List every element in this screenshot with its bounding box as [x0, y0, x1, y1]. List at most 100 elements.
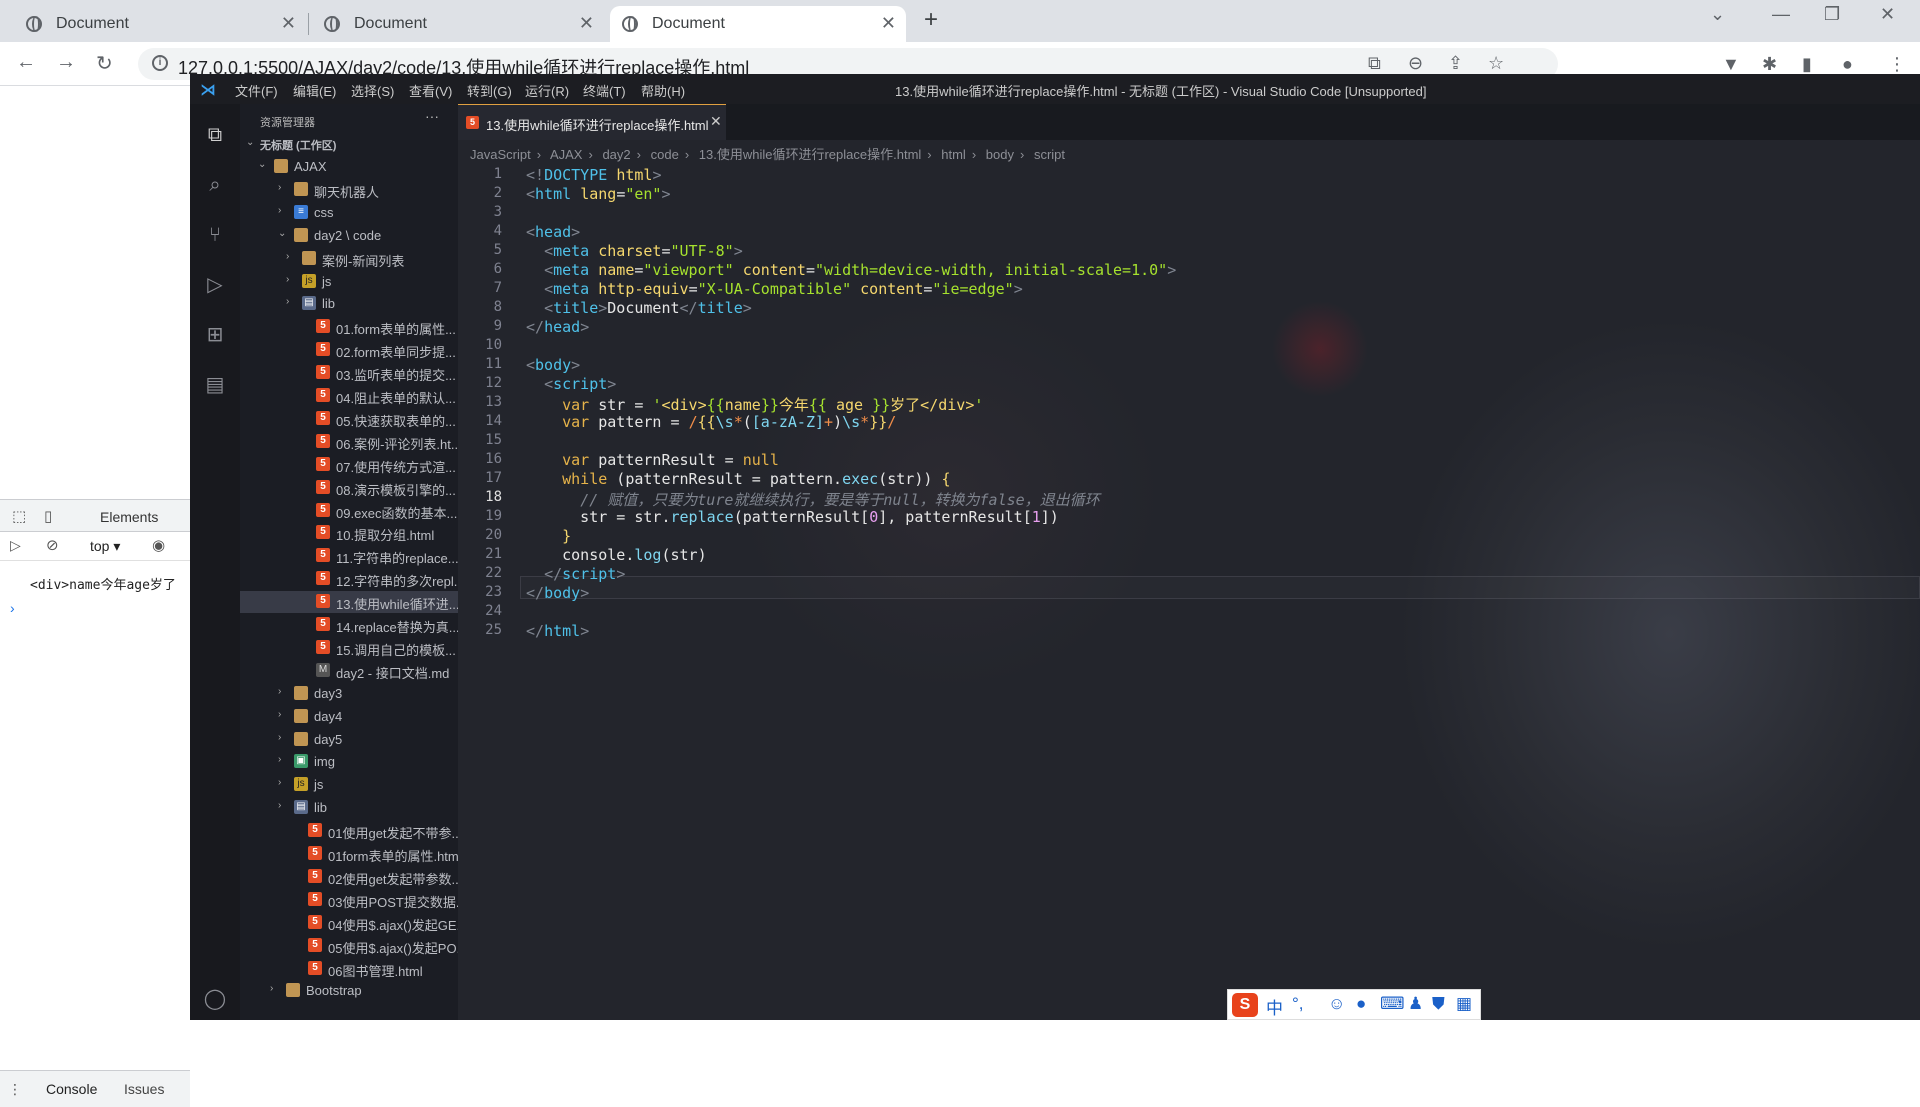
tab-console[interactable]: Console	[46, 1081, 97, 1097]
close-tab-icon[interactable]: ✕	[281, 13, 296, 34]
zoom-icon[interactable]: ⊖	[1408, 53, 1423, 74]
bookmark-star-icon[interactable]: ☆	[1488, 53, 1504, 74]
file-tree-item[interactable]: 5 02使用get发起带参数...	[240, 866, 458, 888]
breadcrumb-item[interactable]: 13.使用while循环进行replace操作.html	[699, 147, 922, 162]
more-actions-icon[interactable]: ···	[425, 108, 439, 124]
menu-terminal[interactable]: 终端(T)	[583, 81, 626, 100]
browser-tab-active[interactable]: Document ✕	[610, 6, 906, 42]
file-tree-item[interactable]: 5 02.form表单同步提...	[240, 339, 458, 361]
file-tree-item[interactable]: 5 06.案例-评论列表.ht...	[240, 431, 458, 453]
ime-user-icon[interactable]: ♟	[1408, 994, 1423, 1014]
context-select[interactable]: top ▾	[90, 538, 120, 555]
file-tree-item[interactable]: 5 13.使用while循环进...	[240, 591, 458, 614]
file-tree-item[interactable]: 5 14.replace替换为真...	[240, 614, 458, 636]
file-tree-item[interactable]: 5 04.阻止表单的默认...	[240, 385, 458, 407]
breadcrumb-item[interactable]: html	[941, 147, 966, 162]
menu-help[interactable]: 帮助(H)	[641, 81, 685, 100]
breadcrumb-item[interactable]: body	[986, 147, 1014, 162]
drawer-menu-icon[interactable]: ⋮	[8, 1081, 22, 1098]
browser-tab[interactable]: Document ✕	[312, 6, 604, 42]
minimize-icon[interactable]: —	[1772, 4, 1790, 25]
ime-mode-chinese[interactable]: 中	[1266, 994, 1283, 1019]
workspace-root[interactable]: ⌄ 无标题 (工作区)	[240, 134, 458, 156]
folder-tree-item[interactable]: › day5	[240, 729, 458, 751]
extensions-icon[interactable]: ⊞	[202, 322, 228, 348]
reload-icon[interactable]: ↻	[96, 51, 113, 76]
side-panel-icon[interactable]: ▮	[1802, 54, 1812, 75]
file-tree-item[interactable]: 5 12.字符串的多次repl...	[240, 568, 458, 590]
remote-explorer-icon[interactable]: ▤	[202, 372, 228, 398]
folder-tree-item[interactable]: › 案例-新闻列表	[240, 248, 458, 270]
folder-tree-item[interactable]: ⌄ AJAX	[240, 156, 458, 178]
file-tree-item[interactable]: 5 05使用$.ajax()发起PO...	[240, 935, 458, 957]
breadcrumb-item[interactable]: AJAX	[550, 147, 583, 162]
tab-elements[interactable]: Elements	[100, 509, 158, 525]
file-tree-item[interactable]: 5 08.演示模板引擎的...	[240, 477, 458, 499]
tab-search-icon[interactable]: ⌄	[1710, 4, 1725, 25]
breadcrumb-item[interactable]: JavaScript	[470, 147, 531, 162]
menu-go[interactable]: 转到(G)	[467, 81, 512, 100]
ime-skin-icon[interactable]: ⛊	[1432, 994, 1445, 1014]
menu-selection[interactable]: 选择(S)	[351, 81, 394, 100]
file-tree-item[interactable]: 5 09.exec函数的基本...	[240, 500, 458, 522]
clear-console-icon[interactable]: ⊘	[46, 536, 59, 554]
file-tree-item[interactable]: 5 15.调用自己的模板...	[240, 637, 458, 659]
file-tree-item[interactable]: 5 07.使用传统方式渲...	[240, 454, 458, 476]
source-control-icon[interactable]: ⑂	[202, 222, 228, 248]
file-tree-item[interactable]: 5 04使用$.ajax()发起GE...	[240, 912, 458, 934]
folder-tree-item[interactable]: › 聊天机器人	[240, 179, 458, 201]
folder-tree-item[interactable]: ⌄ day2 \ code	[240, 225, 458, 247]
eye-icon[interactable]: ◉	[152, 536, 165, 554]
extensions-puzzle-icon[interactable]: ✱	[1762, 54, 1777, 75]
close-window-icon[interactable]: ✕	[1880, 4, 1895, 25]
ime-toolbox-icon[interactable]: ▦	[1456, 994, 1472, 1014]
file-tree-item[interactable]: 5 03.监听表单的提交...	[240, 362, 458, 384]
ime-voice-icon[interactable]: ●	[1356, 994, 1366, 1014]
ime-emoji-icon[interactable]: ☺	[1328, 994, 1345, 1014]
close-tab-icon[interactable]: ✕	[579, 13, 594, 34]
menu-run[interactable]: 运行(R)	[525, 81, 569, 100]
ime-punctuation[interactable]: °,	[1292, 994, 1304, 1014]
folder-tree-item[interactable]: › ▤ lib	[240, 797, 458, 819]
inspect-element-icon[interactable]: ⬚	[12, 507, 26, 525]
forward-icon[interactable]: →	[56, 51, 76, 74]
menu-file[interactable]: 文件(F)	[235, 81, 278, 100]
new-tab-button[interactable]: +	[924, 6, 938, 34]
breadcrumb-item[interactable]: script	[1034, 147, 1065, 162]
browser-tab[interactable]: Document ✕	[14, 6, 306, 42]
folder-tree-item[interactable]: › js js	[240, 774, 458, 796]
extension-v-icon[interactable]: ▼	[1722, 54, 1740, 75]
sidebar-toggle-icon[interactable]: ▷	[10, 537, 21, 554]
sogou-logo-icon[interactable]: S	[1232, 993, 1258, 1017]
tab-issues[interactable]: Issues	[124, 1081, 164, 1097]
folder-tree-item[interactable]: › ▤ lib	[240, 293, 458, 315]
back-icon[interactable]: ←	[16, 51, 36, 74]
folder-tree-item[interactable]: › ≡ css	[240, 202, 458, 224]
editor-tab-active[interactable]: 5 13.使用while循环进行replace操作.html ✕	[458, 104, 726, 140]
close-editor-icon[interactable]: ✕	[710, 113, 722, 130]
device-toggle-icon[interactable]: ▯	[44, 507, 52, 525]
close-tab-icon[interactable]: ✕	[881, 13, 896, 34]
menu-view[interactable]: 查看(V)	[409, 81, 452, 100]
breadcrumb-item[interactable]: day2	[602, 147, 630, 162]
file-tree-item[interactable]: 5 10.提取分组.html	[240, 522, 458, 544]
kebab-menu-icon[interactable]: ⋮	[1888, 54, 1906, 75]
file-tree-item[interactable]: 5 01使用get发起不带参...	[240, 820, 458, 842]
console-prompt[interactable]: ›	[10, 600, 15, 616]
file-tree-item[interactable]: 5 11.字符串的replace...	[240, 545, 458, 567]
file-tree-item[interactable]: 5 05.快速获取表单的...	[240, 408, 458, 430]
folder-tree-item[interactable]: › day4	[240, 706, 458, 728]
site-info-icon[interactable]: i	[152, 55, 168, 71]
account-icon[interactable]: ◯	[202, 986, 228, 1012]
file-tree-item[interactable]: 5 01.form表单的属性...	[240, 316, 458, 338]
search-icon[interactable]: ⌕	[202, 172, 228, 198]
ime-keyboard-icon[interactable]: ⌨	[1380, 994, 1405, 1014]
profile-avatar[interactable]: ●	[1842, 54, 1853, 75]
folder-tree-item[interactable]: › js js	[240, 271, 458, 293]
menu-edit[interactable]: 编辑(E)	[293, 81, 336, 100]
restore-icon[interactable]: ❐	[1824, 4, 1840, 25]
run-debug-icon[interactable]: ▷	[202, 272, 228, 298]
folder-tree-item[interactable]: › ▣ img	[240, 751, 458, 773]
file-tree-item[interactable]: 5 06图书管理.html	[240, 958, 458, 980]
share-icon[interactable]: ⇪	[1448, 53, 1463, 74]
